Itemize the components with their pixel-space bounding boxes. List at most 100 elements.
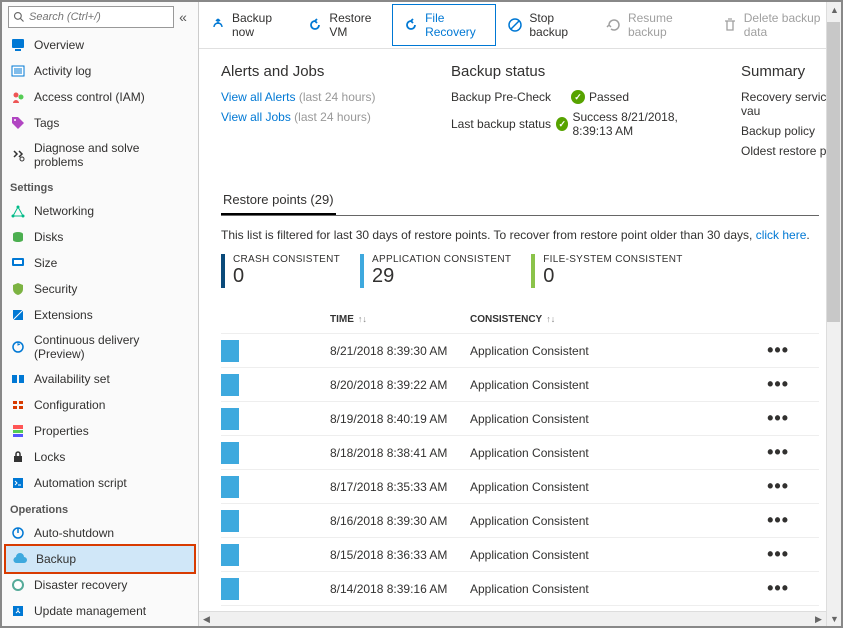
sidebar-item-backup[interactable]: Backup	[4, 544, 196, 574]
sidebar-item-diagnose[interactable]: Diagnose and solve problems	[2, 136, 198, 174]
diagnose-icon	[10, 147, 26, 163]
jobs-suffix: (last 24 hours)	[294, 110, 371, 124]
stop-backup-button[interactable]: Stop backup	[496, 4, 595, 46]
tabs: Restore points (29)	[221, 186, 819, 216]
row-menu-button[interactable]: •••	[759, 436, 819, 470]
consistency-marker-icon	[221, 374, 239, 396]
cell-time: 8/20/2018 8:39:22 AM	[324, 368, 464, 402]
row-menu-button[interactable]: •••	[759, 504, 819, 538]
sidebar-item-size[interactable]: Size	[2, 250, 198, 276]
file-recovery-button[interactable]: File Recovery	[392, 4, 496, 46]
networking-icon	[10, 203, 26, 219]
sidebar-item-label: Locks	[34, 450, 65, 464]
view-all-alerts-link[interactable]: View all Alerts	[221, 90, 295, 104]
sidebar-item-cd[interactable]: Continuous delivery (Preview)	[2, 328, 198, 366]
sidebar-item-label: Activity log	[34, 64, 91, 78]
collapse-sidebar-icon[interactable]: «	[174, 9, 192, 25]
scroll-left-icon[interactable]: ◀	[199, 612, 214, 626]
table-row[interactable]: 8/15/2018 8:36:33 AMApplication Consiste…	[221, 538, 819, 572]
table-row[interactable]: 8/20/2018 8:39:22 AMApplication Consiste…	[221, 368, 819, 402]
row-menu-button[interactable]: •••	[759, 572, 819, 606]
row-menu-button[interactable]: •••	[759, 402, 819, 436]
stat-app-label: APPLICATION CONSISTENT	[372, 254, 511, 265]
table-row[interactable]: 8/18/2018 8:38:41 AMApplication Consiste…	[221, 436, 819, 470]
view-all-jobs-link[interactable]: View all Jobs	[221, 110, 291, 124]
sidebar-item-shutdown[interactable]: Auto-shutdown	[2, 520, 198, 546]
sidebar-item-label: Disaster recovery	[34, 578, 127, 592]
scroll-up-icon[interactable]: ▲	[827, 2, 841, 17]
restore-vm-button[interactable]: Restore VM	[296, 4, 392, 46]
sidebar-item-networking[interactable]: Networking	[2, 198, 198, 224]
precheck-label: Backup Pre-Check	[451, 90, 571, 104]
table-row[interactable]: 8/16/2018 8:39:30 AMApplication Consiste…	[221, 504, 819, 538]
table-row[interactable]: 8/19/2018 8:40:19 AMApplication Consiste…	[221, 402, 819, 436]
sidebar-item-disks[interactable]: Disks	[2, 224, 198, 250]
sidebar-item-avail[interactable]: Availability set	[2, 366, 198, 392]
scroll-down-icon[interactable]: ▼	[827, 611, 841, 626]
row-menu-button[interactable]: •••	[759, 470, 819, 504]
script-icon	[10, 475, 26, 491]
table-row[interactable]: 8/21/2018 8:39:30 AMApplication Consiste…	[221, 334, 819, 368]
consistency-marker-icon	[221, 578, 239, 600]
refresh-icon	[606, 17, 622, 33]
cell-consistency: Application Consistent	[464, 470, 759, 504]
scroll-right-icon[interactable]: ▶	[811, 612, 826, 626]
sidebar-item-locks[interactable]: Locks	[2, 444, 198, 470]
table-row[interactable]: 8/17/2018 8:35:33 AMApplication Consiste…	[221, 470, 819, 504]
backup-now-button[interactable]: Backup now	[199, 4, 296, 46]
disks-icon	[10, 229, 26, 245]
stat-fs-consistent: FILE-SYSTEM CONSISTENT 0	[531, 254, 682, 288]
delete-backup-label: Delete backup data	[744, 11, 830, 39]
sort-icon[interactable]: ↑↓	[358, 314, 367, 324]
precheck-value: Passed	[589, 90, 629, 104]
sidebar-item-label: Diagnose and solve problems	[34, 141, 190, 169]
sidebar-item-label: Properties	[34, 424, 89, 438]
search-box[interactable]	[8, 6, 174, 28]
dr-icon	[10, 577, 26, 593]
cell-consistency: Application Consistent	[464, 368, 759, 402]
sidebar-item-iam[interactable]: Access control (IAM)	[2, 84, 198, 110]
sidebar-item-activity[interactable]: Activity log	[2, 58, 198, 84]
vertical-scrollbar[interactable]: ▲ ▼	[826, 2, 841, 626]
sidebar-item-config[interactable]: Configuration	[2, 392, 198, 418]
sidebar-item-tags[interactable]: Tags	[2, 110, 198, 136]
sidebar-item-overview[interactable]: Overview	[2, 32, 198, 58]
sidebar-item-label: Networking	[34, 204, 94, 218]
cell-consistency: Application Consistent	[464, 334, 759, 368]
sidebar-item-update[interactable]: Update management	[2, 598, 198, 624]
sidebar-item-props[interactable]: Properties	[2, 418, 198, 444]
click-here-link[interactable]: click here	[756, 228, 807, 242]
sidebar-item-security[interactable]: Security	[2, 276, 198, 302]
cell-time: 8/15/2018 8:36:33 AM	[324, 538, 464, 572]
sidebar-item-extensions[interactable]: Extensions	[2, 302, 198, 328]
resume-backup-label: Resume backup	[628, 11, 700, 39]
content: Alerts and Jobs View all Alerts (last 24…	[199, 49, 841, 626]
row-menu-button[interactable]: •••	[759, 334, 819, 368]
sidebar-item-dr[interactable]: Disaster recovery	[2, 572, 198, 598]
row-menu-button[interactable]: •••	[759, 538, 819, 572]
sidebar: « Overview Activity log Access control (IA…	[2, 2, 199, 626]
col-time[interactable]: TIME	[330, 314, 354, 325]
backup-icon	[12, 551, 28, 567]
update-icon	[10, 603, 26, 619]
stat-fs-value: 0	[543, 265, 682, 288]
sort-icon[interactable]: ↑↓	[546, 314, 555, 324]
consistency-marker-icon	[221, 510, 239, 532]
col-consistency[interactable]: CONSISTENCY	[470, 314, 542, 325]
cell-time: 8/17/2018 8:35:33 AM	[324, 470, 464, 504]
sidebar-item-label: Backup	[36, 552, 76, 566]
stat-app-value: 29	[372, 265, 511, 288]
cell-consistency: Application Consistent	[464, 504, 759, 538]
sidebar-item-script[interactable]: Automation script	[2, 470, 198, 496]
restore-points-table: TIME ↑↓ CONSISTENCY ↑↓ 8/21/2018 8:39:30 A…	[221, 306, 819, 626]
tab-restore-points[interactable]: Restore points (29)	[221, 186, 336, 215]
shutdown-icon	[10, 525, 26, 541]
sidebar-item-label: Tags	[34, 116, 59, 130]
horizontal-scrollbar[interactable]: ◀ ▶	[199, 611, 826, 626]
alerts-header: Alerts and Jobs	[221, 63, 431, 80]
row-menu-button[interactable]: •••	[759, 368, 819, 402]
scroll-thumb[interactable]	[827, 22, 840, 322]
cell-time: 8/14/2018 8:39:16 AM	[324, 572, 464, 606]
table-row[interactable]: 8/14/2018 8:39:16 AMApplication Consiste…	[221, 572, 819, 606]
search-input[interactable]	[29, 11, 169, 23]
